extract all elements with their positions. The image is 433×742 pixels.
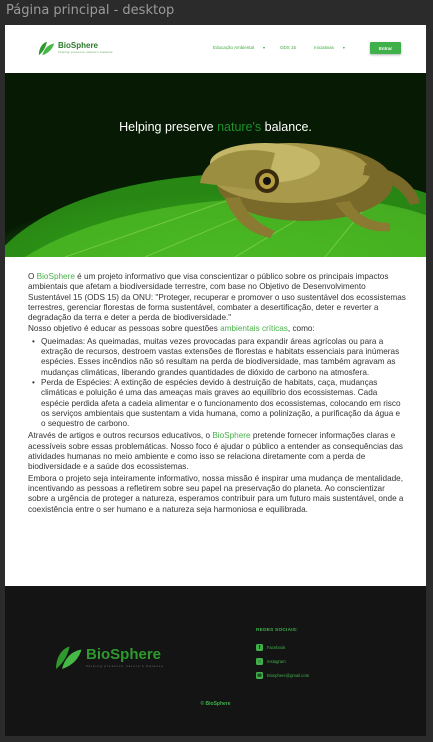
hero-banner: Helping preserve nature's balance.	[5, 73, 426, 257]
brand-link[interactable]: BioSphere	[212, 431, 250, 440]
footer-logo[interactable]: BioSphere helping preserve nature's bala…	[53, 642, 164, 672]
enter-button[interactable]: Entrar	[370, 42, 401, 54]
header: BioSphere helping preserve nature's bala…	[5, 25, 426, 73]
footer: BioSphere helping preserve nature's bala…	[5, 586, 426, 736]
nav-item-educacao[interactable]: Educação Ambiental ▾	[213, 45, 265, 50]
mail-icon: ✉	[256, 672, 263, 679]
frog-hero-image	[5, 143, 426, 257]
social-label: Instagram	[267, 659, 286, 664]
intro-paragraph: O BioSphere é um projeto informativo que…	[28, 272, 406, 323]
social-email-link[interactable]: ✉ Biosphere@gmail.com	[256, 672, 309, 679]
list-item: Queimadas: As queimadas, muitas vezes pr…	[32, 337, 406, 378]
nav-label: ODS 15	[280, 45, 297, 50]
brand-link[interactable]: BioSphere	[37, 272, 75, 281]
social-facebook-link[interactable]: f Facebook	[256, 644, 285, 651]
nav-label: Educação Ambiental	[213, 45, 255, 50]
chevron-down-icon: ▾	[342, 45, 345, 50]
header-logo[interactable]: BioSphere helping preserve nature's bala…	[37, 39, 113, 57]
page-frame: BioSphere helping preserve nature's bala…	[5, 25, 426, 736]
issues-list: Queimadas: As queimadas, muitas vezes pr…	[32, 337, 406, 430]
social-label: Facebook	[267, 645, 286, 650]
hero-title: Helping preserve nature's balance.	[5, 120, 426, 134]
text-run: O	[28, 272, 37, 281]
main-nav: Educação Ambiental ▾ ODS 15 Iniciativas …	[213, 45, 345, 50]
logo-tagline: helping preserve nature's balance	[58, 50, 113, 54]
resources-paragraph: Através de artigos e outros recursos edu…	[28, 431, 406, 472]
nav-item-iniciativas[interactable]: Iniciativas ▾	[314, 45, 345, 50]
hero-title-accent: nature's	[217, 120, 262, 134]
social-label: Biosphere@gmail.com	[267, 673, 310, 678]
text-run: , como:	[287, 324, 315, 334]
hero-title-end: balance.	[261, 120, 312, 134]
hero-title-start: Helping preserve	[119, 120, 218, 134]
social-title: REDES SOCIAIS:	[256, 628, 298, 633]
frame-title: Página principal - desktop	[6, 3, 175, 18]
nav-label: Iniciativas	[314, 45, 334, 50]
instagram-icon: ○	[256, 658, 263, 665]
main-content: O BioSphere é um projeto informativo que…	[28, 272, 406, 516]
logo-name: BioSphere	[58, 41, 99, 50]
copyright: © BioSphere	[200, 701, 231, 707]
list-item: Perda de Espécies: A extinção de espécie…	[32, 378, 406, 429]
text-run: é um projeto informativo que visa consci…	[28, 272, 406, 323]
objective-paragraph: Nosso objetivo é educar as pessoas sobre…	[28, 324, 406, 334]
leaf-logo-icon	[38, 41, 55, 56]
leaf-logo-icon	[56, 646, 82, 669]
text-run: Através de artigos e outros recursos edu…	[28, 431, 213, 441]
mission-paragraph: Embora o projeto seja inteiramente infor…	[28, 473, 404, 514]
text-run: Nosso objetivo é educar as pessoas sobre…	[28, 324, 221, 334]
social-instagram-link[interactable]: ○ Instagram	[256, 658, 286, 665]
nav-item-ods[interactable]: ODS 15	[280, 45, 296, 50]
footer-logo-tagline: helping preserve nature's balance	[86, 663, 164, 668]
critical-issues-link[interactable]: ambientais críticas	[220, 324, 288, 333]
facebook-icon: f	[256, 644, 263, 651]
footer-logo-name: BioSphere	[86, 645, 162, 663]
chevron-down-icon: ▾	[263, 45, 266, 50]
